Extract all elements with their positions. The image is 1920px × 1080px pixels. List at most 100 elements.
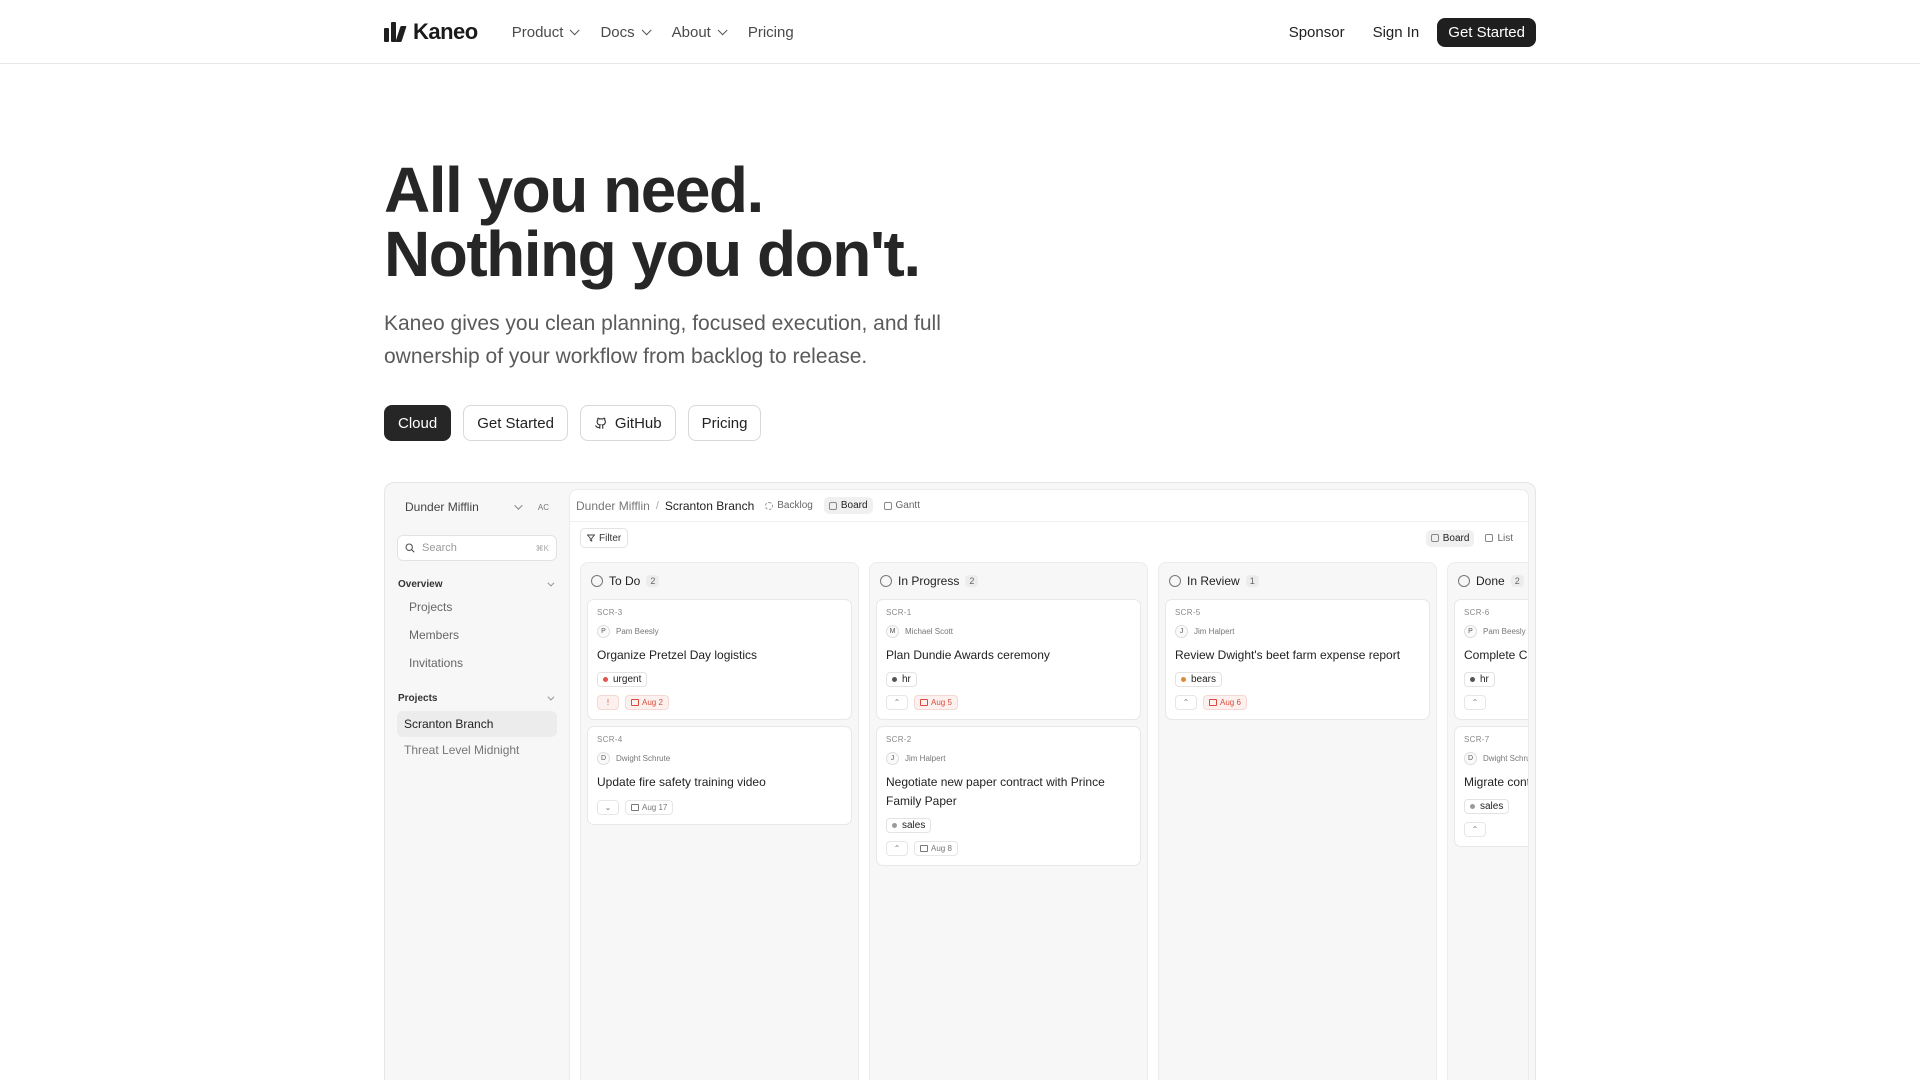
task-title: Negotiate new paper contract with Prince… [886,775,1105,808]
label-dot-icon [892,677,897,682]
layout-board-label: Board [1442,532,1470,544]
chevron-down-icon [570,24,581,35]
task-label[interactable]: sales [1464,799,1510,814]
task-assignee[interactable]: D Dwight Schrute [597,752,842,765]
filter-label: Filter [599,532,622,544]
task-card[interactable]: SCR-3 P Pam Beesly Organize Pretzel Day log… [587,599,852,720]
task-card[interactable]: SCR-6 P Pam Beesly Complete Customer Survey… [1454,599,1528,720]
priority-button[interactable]: ! [597,695,619,710]
due-date-chip[interactable]: Aug 5 [914,695,958,710]
priority-button[interactable]: ⌄ [597,800,619,815]
board-toolbar: Filter Board List [570,522,1528,554]
column-title: To Do [609,574,641,588]
task-assignee[interactable]: D Dwight Schrute [1464,752,1528,765]
sponsor-link[interactable]: Sponsor [1289,24,1345,41]
assignee-name: Dwight Schrute [616,754,671,763]
task-card[interactable]: SCR-2 J Jim Halpert Negotiate new paper con… [876,726,1141,866]
tab-backlog[interactable]: Backlog [760,497,818,514]
sidebar-item-members[interactable]: Members [397,621,557,649]
workspace-name: Dunder Mifflin [405,500,479,514]
review-icon [1169,575,1181,587]
list-icon [1485,534,1494,542]
tab-gantt[interactable]: Gantt [879,497,925,514]
avatar: P [1464,625,1477,638]
brand-logo[interactable]: Kaneo [384,19,478,45]
sign-in-link[interactable]: Sign In [1373,24,1420,41]
overview-label: Overview [398,578,443,590]
task-card[interactable]: SCR-1 M Michael Scott Plan Dundie Awards ce… [876,599,1141,720]
calendar-icon [920,845,928,852]
breadcrumb-workspace[interactable]: Dunder Mifflin [576,499,650,513]
workspace-switcher[interactable]: Dunder Mifflin AC [397,493,557,521]
user-avatar[interactable]: AC [538,503,549,512]
task-card[interactable]: SCR-4 D Dwight Schrute Update fire safety t… [587,726,852,825]
get-started-nav-button[interactable]: Get Started [1437,17,1536,47]
nav-docs[interactable]: Docs [600,23,652,41]
due-date: Aug 2 [642,698,663,707]
task-assignee[interactable]: J Jim Halpert [886,752,1131,765]
projects-section-header[interactable]: Projects [397,689,557,707]
high-icon: ⌃ [893,698,901,707]
brand-name: Kaneo [413,19,478,44]
priority-button[interactable]: ⌃ [1464,695,1486,710]
breadcrumb-project[interactable]: Scranton Branch [665,499,754,513]
due-date-chip[interactable]: Aug 17 [625,800,674,815]
breadcrumb-separator: / [655,499,659,512]
assignee-name: Dwight Schrute [1483,754,1528,763]
assignee-name: Pam Beesly [616,627,659,636]
priority-button[interactable]: ⌃ [886,841,908,856]
overview-section-header[interactable]: Overview [397,575,557,593]
due-date: Aug 8 [931,844,952,853]
due-date-chip[interactable]: Aug 6 [1203,695,1247,710]
priority-button[interactable]: ⌃ [1175,695,1197,710]
calendar-icon [883,501,892,510]
task-assignee[interactable]: P Pam Beesly [1464,625,1528,638]
search-input[interactable]: Search ⌘K [397,535,557,561]
get-started-button[interactable]: Get Started [463,405,568,441]
board-icon [1430,534,1439,542]
low-icon: ⌄ [604,803,612,812]
task-label[interactable]: sales [886,818,932,833]
tab-board[interactable]: Board [823,497,873,514]
task-label[interactable]: bears [1175,672,1223,687]
pricing-button[interactable]: Pricing [687,405,762,441]
column-header: In Progress 2 [876,569,1141,593]
column-count: 2 [1510,575,1524,587]
nav-docs-label: Docs [600,23,635,41]
task-assignee[interactable]: P Pam Beesly [597,625,842,638]
nav-about[interactable]: About [672,24,728,41]
medium-icon: ⌃ [1471,825,1479,834]
task-label[interactable]: hr [1464,672,1495,687]
filter-button[interactable]: Filter [580,528,629,548]
task-id: SCR-1 [886,608,912,617]
priority-button[interactable]: ⌃ [1464,822,1486,837]
layout-list-toggle[interactable]: List [1480,530,1518,547]
task-assignee[interactable]: J Jim Halpert [1175,625,1420,638]
task-card[interactable]: SCR-5 J Jim Halpert Review Dwight's beet fa… [1165,599,1430,720]
nav-pricing[interactable]: Pricing [748,24,794,41]
calendar-icon [631,699,639,706]
search-placeholder: Search [422,542,457,554]
cloud-button[interactable]: Cloud [384,405,452,441]
column-header: To Do 2 [587,569,852,593]
due-date-chip[interactable]: Aug 8 [914,841,958,856]
column-count: 2 [646,575,660,587]
label-text: hr [1480,674,1489,685]
sidebar-project-scranton-branch[interactable]: Scranton Branch [397,711,557,737]
github-button[interactable]: GitHub [579,405,676,441]
hero-cta-row: Cloud Get Started GitHub Pricing [384,405,762,441]
due-date: Aug 5 [931,698,952,707]
sidebar-item-projects[interactable]: Projects [397,593,557,621]
task-card[interactable]: SCR-7 D Dwight Schrute Migrate contacts dat… [1454,726,1528,847]
task-assignee[interactable]: M Michael Scott [886,625,1131,638]
sidebar-project-threat-level-midnight[interactable]: Threat Level Midnight [397,737,557,763]
high-icon: ⌃ [1182,698,1190,707]
task-label[interactable]: hr [886,672,917,687]
priority-button[interactable]: ⌃ [886,695,908,710]
layout-board-toggle[interactable]: Board [1425,529,1475,547]
nav-product[interactable]: Product [512,24,581,41]
sidebar-item-invitations[interactable]: Invitations [397,649,557,677]
task-label[interactable]: urgent [597,672,648,687]
due-date-chip[interactable]: Aug 2 [625,695,669,710]
avatar: P [597,625,610,638]
